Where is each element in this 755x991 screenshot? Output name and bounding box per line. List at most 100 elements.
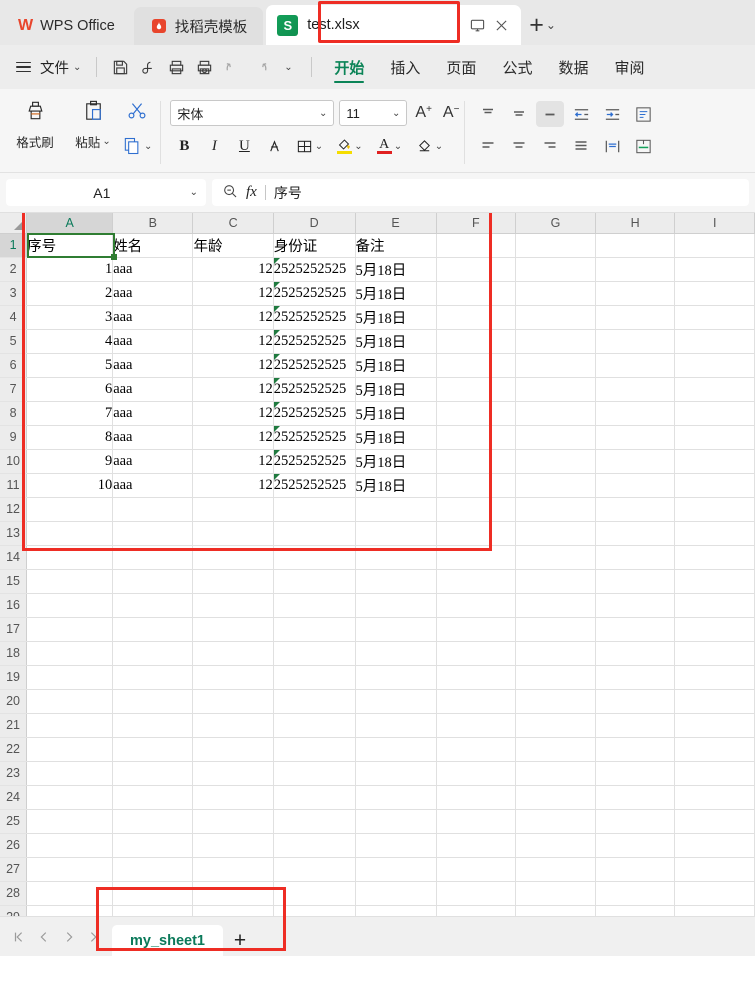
column-header-C[interactable]: C xyxy=(193,213,273,233)
cell-A19[interactable] xyxy=(27,665,113,689)
cell-F1[interactable] xyxy=(436,233,516,257)
cell-D28[interactable] xyxy=(273,881,355,905)
cell-G19[interactable] xyxy=(516,665,596,689)
cell-I17[interactable] xyxy=(675,617,755,641)
sheet-tab-my-sheet1[interactable]: my_sheet1 xyxy=(112,925,223,956)
cell-C1[interactable]: 年龄 xyxy=(193,233,273,257)
cell-C11[interactable]: 12 xyxy=(193,473,273,497)
cell-H13[interactable] xyxy=(595,521,675,545)
column-header-B[interactable]: B xyxy=(113,213,193,233)
cell-C23[interactable] xyxy=(193,761,273,785)
cell-C18[interactable] xyxy=(193,641,273,665)
cell-C28[interactable] xyxy=(193,881,273,905)
row-header-14[interactable]: 14 xyxy=(0,545,27,569)
cell-A9[interactable]: 8 xyxy=(27,425,113,449)
document-tab-test-xlsx[interactable]: S test.xlsx xyxy=(266,5,521,45)
cell-I28[interactable] xyxy=(675,881,755,905)
row-header-8[interactable]: 8 xyxy=(0,401,27,425)
cell-I6[interactable] xyxy=(675,353,755,377)
row-header-9[interactable]: 9 xyxy=(0,425,27,449)
cell-C10[interactable]: 12 xyxy=(193,449,273,473)
cell-E22[interactable] xyxy=(355,737,436,761)
cell-F27[interactable] xyxy=(436,857,516,881)
cell-C12[interactable] xyxy=(193,497,273,521)
cell-C24[interactable] xyxy=(193,785,273,809)
cell-G6[interactable] xyxy=(516,353,596,377)
column-header-D[interactable]: D xyxy=(273,213,355,233)
cell-F19[interactable] xyxy=(436,665,516,689)
monitor-icon[interactable] xyxy=(465,13,489,37)
cell-C16[interactable] xyxy=(193,593,273,617)
cell-H27[interactable] xyxy=(595,857,675,881)
cell-I13[interactable] xyxy=(675,521,755,545)
cell-I1[interactable] xyxy=(675,233,755,257)
cell-E5[interactable]: 5月18日 xyxy=(355,329,436,353)
cell-F16[interactable] xyxy=(436,593,516,617)
cell-C15[interactable] xyxy=(193,569,273,593)
cell-C25[interactable] xyxy=(193,809,273,833)
cell-B18[interactable] xyxy=(113,641,193,665)
cell-D1[interactable]: 身份证 xyxy=(273,233,355,257)
cell-B20[interactable] xyxy=(113,689,193,713)
align-justify-button[interactable] xyxy=(567,133,595,159)
cell-F2[interactable] xyxy=(436,257,516,281)
cell-E27[interactable] xyxy=(355,857,436,881)
cell-A26[interactable] xyxy=(27,833,113,857)
cell-G4[interactable] xyxy=(516,305,596,329)
cell-A27[interactable] xyxy=(27,857,113,881)
row-header-6[interactable]: 6 xyxy=(0,353,27,377)
cell-B23[interactable] xyxy=(113,761,193,785)
cell-H1[interactable] xyxy=(595,233,675,257)
cell-A25[interactable] xyxy=(27,809,113,833)
cell-F5[interactable] xyxy=(436,329,516,353)
first-sheet-icon[interactable] xyxy=(6,922,31,952)
decrease-indent-button[interactable] xyxy=(567,101,595,127)
cell-A17[interactable] xyxy=(27,617,113,641)
cell-G8[interactable] xyxy=(516,401,596,425)
cell-A18[interactable] xyxy=(27,641,113,665)
borders-button[interactable]: ⌄ xyxy=(290,133,328,159)
increase-indent-button[interactable] xyxy=(598,101,626,127)
cell-I2[interactable] xyxy=(675,257,755,281)
cell-G28[interactable] xyxy=(516,881,596,905)
cell-F10[interactable] xyxy=(436,449,516,473)
cell-A10[interactable]: 9 xyxy=(27,449,113,473)
cell-B27[interactable] xyxy=(113,857,193,881)
row-header-23[interactable]: 23 xyxy=(0,761,27,785)
cell-H23[interactable] xyxy=(595,761,675,785)
cell-A2[interactable]: 1 xyxy=(27,257,113,281)
cell-G7[interactable] xyxy=(516,377,596,401)
print-preview-icon[interactable] xyxy=(190,53,218,81)
cell-B21[interactable] xyxy=(113,713,193,737)
cell-G18[interactable] xyxy=(516,641,596,665)
cell-F4[interactable] xyxy=(436,305,516,329)
cell-A11[interactable]: 10 xyxy=(27,473,113,497)
tab-start[interactable]: 开始 xyxy=(321,45,377,89)
cell-B25[interactable] xyxy=(113,809,193,833)
cell-D7[interactable]: 2525252525 xyxy=(273,377,355,401)
cell-D6[interactable]: 2525252525 xyxy=(273,353,355,377)
clear-format-button[interactable]: ⌄ xyxy=(410,133,448,159)
cell-H26[interactable] xyxy=(595,833,675,857)
cell-I8[interactable] xyxy=(675,401,755,425)
cell-F29[interactable] xyxy=(436,905,516,916)
cell-D22[interactable] xyxy=(273,737,355,761)
cell-E23[interactable] xyxy=(355,761,436,785)
cell-H21[interactable] xyxy=(595,713,675,737)
cell-B2[interactable]: aaa xyxy=(113,257,193,281)
cell-I12[interactable] xyxy=(675,497,755,521)
row-header-17[interactable]: 17 xyxy=(0,617,27,641)
cell-C21[interactable] xyxy=(193,713,273,737)
cell-D4[interactable]: 2525252525 xyxy=(273,305,355,329)
cell-H4[interactable] xyxy=(595,305,675,329)
column-header-E[interactable]: E xyxy=(355,213,436,233)
save-icon[interactable] xyxy=(106,53,134,81)
cell-G12[interactable] xyxy=(516,497,596,521)
cell-I29[interactable] xyxy=(675,905,755,916)
print-icon[interactable] xyxy=(162,53,190,81)
cell-I11[interactable] xyxy=(675,473,755,497)
cell-D27[interactable] xyxy=(273,857,355,881)
cell-F8[interactable] xyxy=(436,401,516,425)
row-header-25[interactable]: 25 xyxy=(0,809,27,833)
cell-D25[interactable] xyxy=(273,809,355,833)
